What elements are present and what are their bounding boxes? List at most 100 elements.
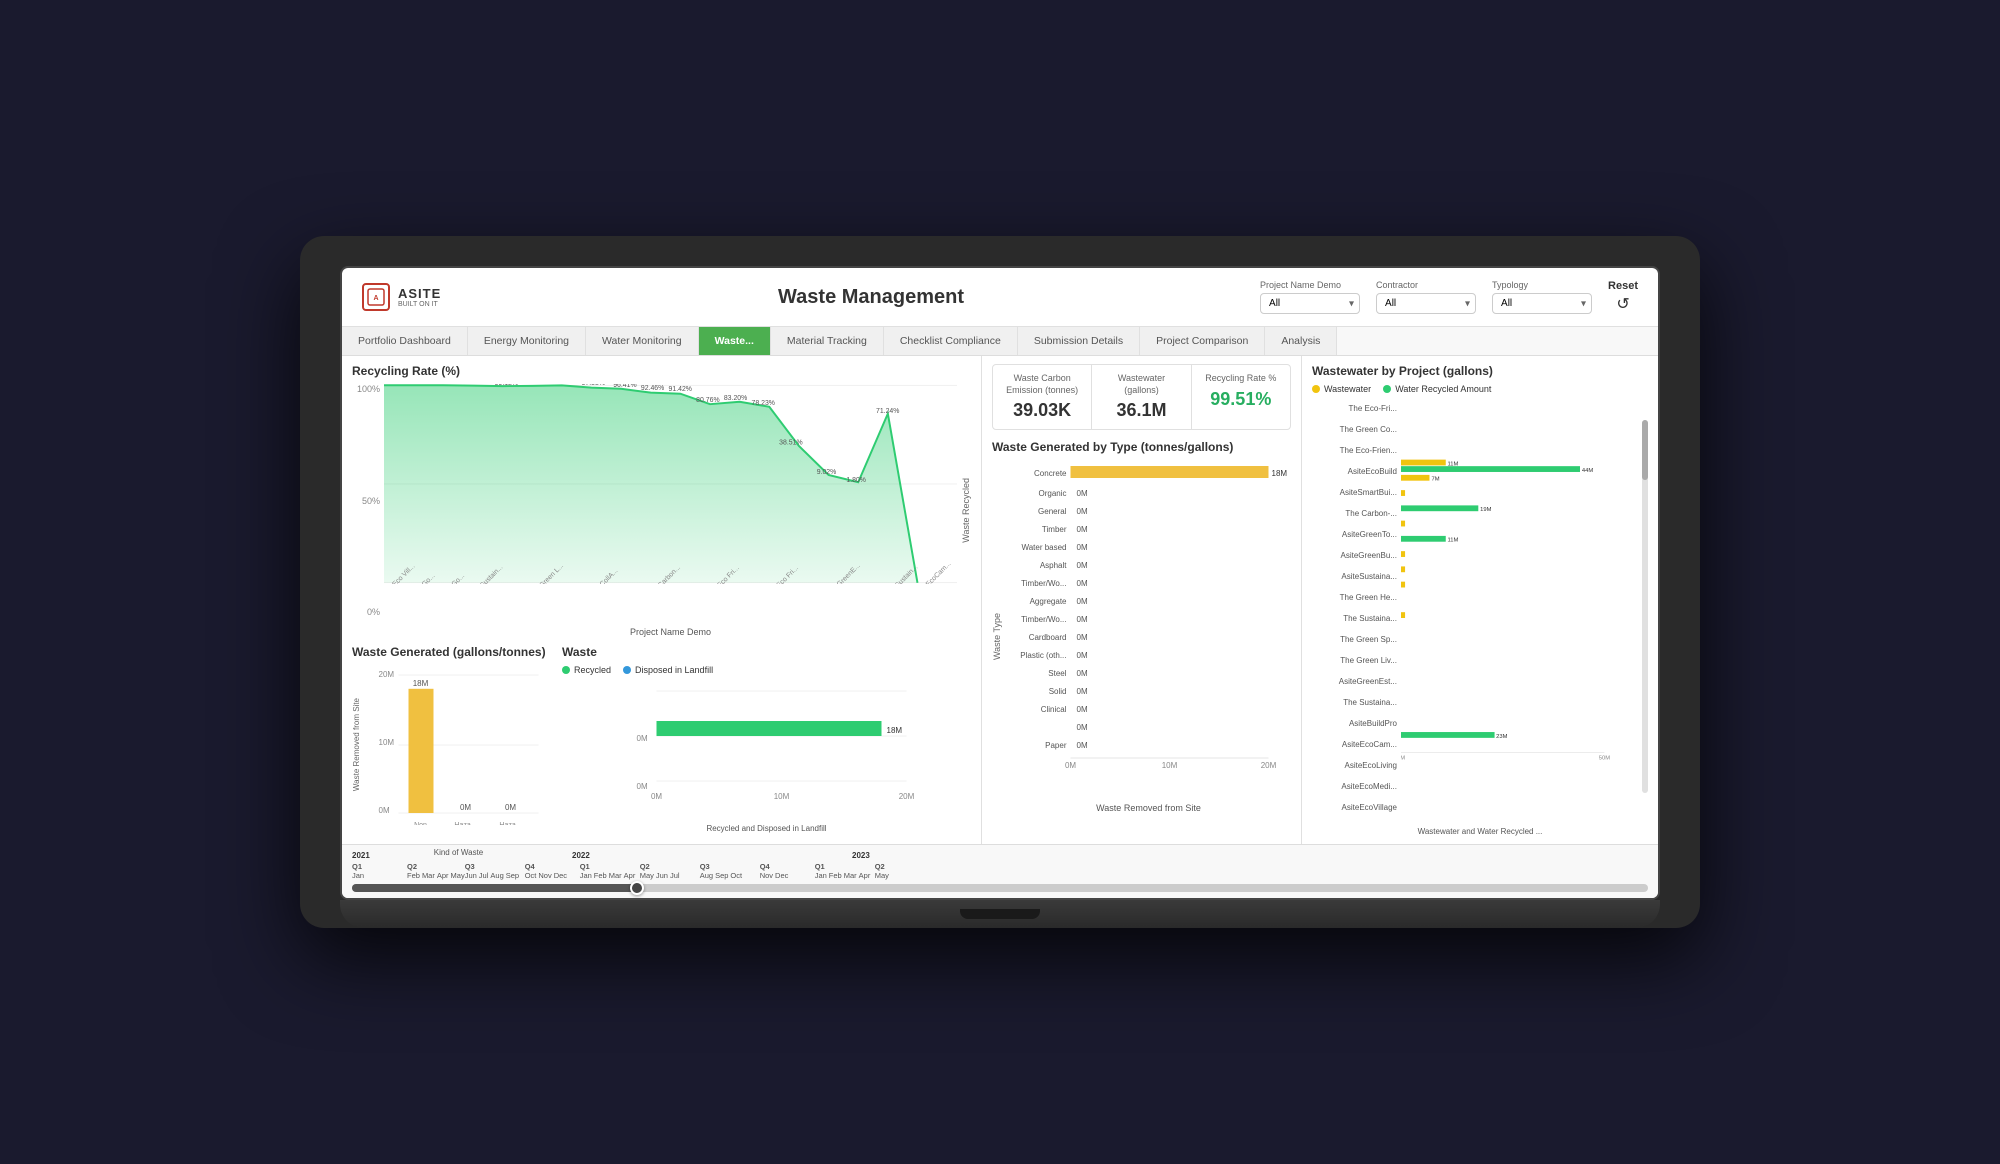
tab-analysis[interactable]: Analysis [1265,327,1337,355]
project-name-filter[interactable]: Project Name Demo All [1260,280,1360,314]
proj-label-19: AsiteEcoVillage [1312,799,1397,817]
tab-submission[interactable]: Submission Details [1018,327,1140,355]
tab-portfolio[interactable]: Portfolio Dashboard [342,327,468,355]
water-recycled-dot [1383,385,1391,393]
svg-text:80.76%: 80.76% [696,397,719,404]
svg-text:20M: 20M [379,670,395,679]
y-axis-50: 50% [362,496,380,506]
wastewater-legend-item: Wastewater [1312,384,1371,394]
proj-label-18: AsiteEcoMedi... [1312,778,1397,796]
svg-text:Paper: Paper [1045,741,1067,750]
tab-energy[interactable]: Energy Monitoring [468,327,586,355]
timeline-fill [352,884,637,892]
recycling-y-label: Waste Recycled [961,478,971,543]
tab-material[interactable]: Material Tracking [771,327,884,355]
waste-type-x-label: Waste Removed from Site [1006,803,1291,813]
svg-text:23M: 23M [1496,734,1507,740]
svg-text:0M: 0M [1077,561,1088,570]
timeline-slider[interactable] [352,884,1648,892]
svg-text:A: A [373,295,378,302]
proj-label-12: The Green Liv... [1312,652,1397,670]
contractor-select[interactable]: All [1376,293,1476,314]
svg-text:50M: 50M [1599,756,1610,762]
laptop-notch [960,909,1040,919]
kpi-recycling: Recycling Rate % 99.51% [1192,365,1290,429]
svg-text:0M: 0M [1077,651,1088,660]
recycling-rate-title: Recycling Rate (%) [352,364,971,378]
svg-text:71.24%: 71.24% [876,408,899,415]
water-recycled-label: Water Recycled Amount [1395,384,1491,394]
svg-text:99.76%: 99.76% [550,384,573,385]
svg-text:10M: 10M [1162,761,1178,770]
contractor-label: Contractor [1376,280,1476,290]
proj-label-0: The Eco-Fri... [1312,400,1397,418]
timeline-handle[interactable] [630,881,644,895]
scrollbar-thumb[interactable] [1642,420,1648,480]
svg-text:10M: 10M [379,738,395,747]
recycling-x-label: Project Name Demo [384,627,957,637]
typology-filter[interactable]: Typology All [1492,280,1592,314]
svg-text:Cardboard: Cardboard [1029,633,1067,642]
svg-text:AsiteEcoCam...: AsiteEcoCam... [914,560,953,584]
svg-text:0M: 0M [1077,633,1088,642]
svg-text:Solid: Solid [1049,687,1067,696]
waste-title: Waste [562,645,971,659]
svg-text:0M: 0M [1065,761,1076,770]
kpi-carbon: Waste CarbonEmission (tonnes) 39.03K [993,365,1092,429]
page-title: Waste Management [502,286,1240,309]
year-2022: 2022 [572,851,852,860]
scrollbar-track[interactable] [1642,420,1648,793]
svg-text:Clinical: Clinical [1041,705,1067,714]
typology-select[interactable]: All [1492,293,1592,314]
proj-label-6: AsiteGreenTo... [1312,526,1397,544]
svg-text:1.80%: 1.80% [846,477,866,484]
svg-text:0M: 0M [1077,705,1088,714]
header: A ASITE BUILT ON IT Waste Management Pro… [342,268,1658,327]
svg-text:0M: 0M [379,806,390,815]
waste-gen-svg: 20M 10M 0M [365,665,552,825]
proj-label-8: AsiteSustaina... [1312,568,1397,586]
svg-text:Concrete: Concrete [1034,469,1067,478]
svg-text:0M: 0M [1077,741,1088,750]
svg-text:0M: 0M [637,782,648,791]
svg-text:38.51%: 38.51% [779,439,802,446]
recycled-dot [562,666,570,674]
svg-text:0M: 0M [1077,579,1088,588]
wastewater-legend-label: Wastewater [1324,384,1371,394]
kpi-carbon-value: 39.03K [1001,400,1083,421]
reset-button[interactable]: Reset ↺ [1608,280,1638,314]
svg-text:99.95%: 99.95% [467,384,490,385]
svg-text:Asphalt: Asphalt [1040,561,1067,570]
svg-text:18M: 18M [1272,469,1288,478]
water-recycled-legend-item: Water Recycled Amount [1383,384,1491,394]
landfill-legend: Disposed in Landfill [623,665,713,675]
contractor-filter[interactable]: Contractor All [1376,280,1476,314]
waste-horiz-svg: 0M 18M [562,681,971,821]
wastewater-dot [1312,385,1320,393]
svg-text:18M: 18M [887,726,903,735]
proj-label-14: The Sustaina... [1312,694,1397,712]
tab-project[interactable]: Project Comparison [1140,327,1265,355]
waste-by-type-chart: Waste Generated by Type (tonnes/gallons)… [992,440,1291,813]
svg-text:18M: 18M [413,679,429,688]
logo-sub: BUILT ON IT [398,301,441,308]
right-panel: Wastewater by Project (gallons) Wastewat… [1302,356,1658,844]
proj-label-15: AsiteBuildPro [1312,715,1397,733]
proj-label-7: AsiteGreenBu... [1312,547,1397,565]
svg-text:0M: 0M [460,803,471,812]
svg-text:0M: 0M [1077,525,1088,534]
svg-text:0M: 0M [505,803,516,812]
y-axis-0: 0% [367,607,380,617]
wastewater-legend: Wastewater Water Recycled Amount [1312,384,1648,394]
tab-waste[interactable]: Waste... [699,327,771,355]
project-name-select[interactable]: All [1260,293,1360,314]
svg-text:99.12%: 99.12% [495,384,518,387]
svg-text:Non: Non [414,822,427,825]
project-labels: The Eco-Fri... The Green Co... The Eco-F… [1312,400,1397,823]
tab-checklist[interactable]: Checklist Compliance [884,327,1018,355]
svg-text:20M: 20M [1261,761,1277,770]
svg-text:0M: 0M [1077,597,1088,606]
tab-water[interactable]: Water Monitoring [586,327,699,355]
svg-text:92.46%: 92.46% [641,385,664,392]
waste-type-title: Waste Generated by Type (tonnes/gallons) [992,440,1291,454]
